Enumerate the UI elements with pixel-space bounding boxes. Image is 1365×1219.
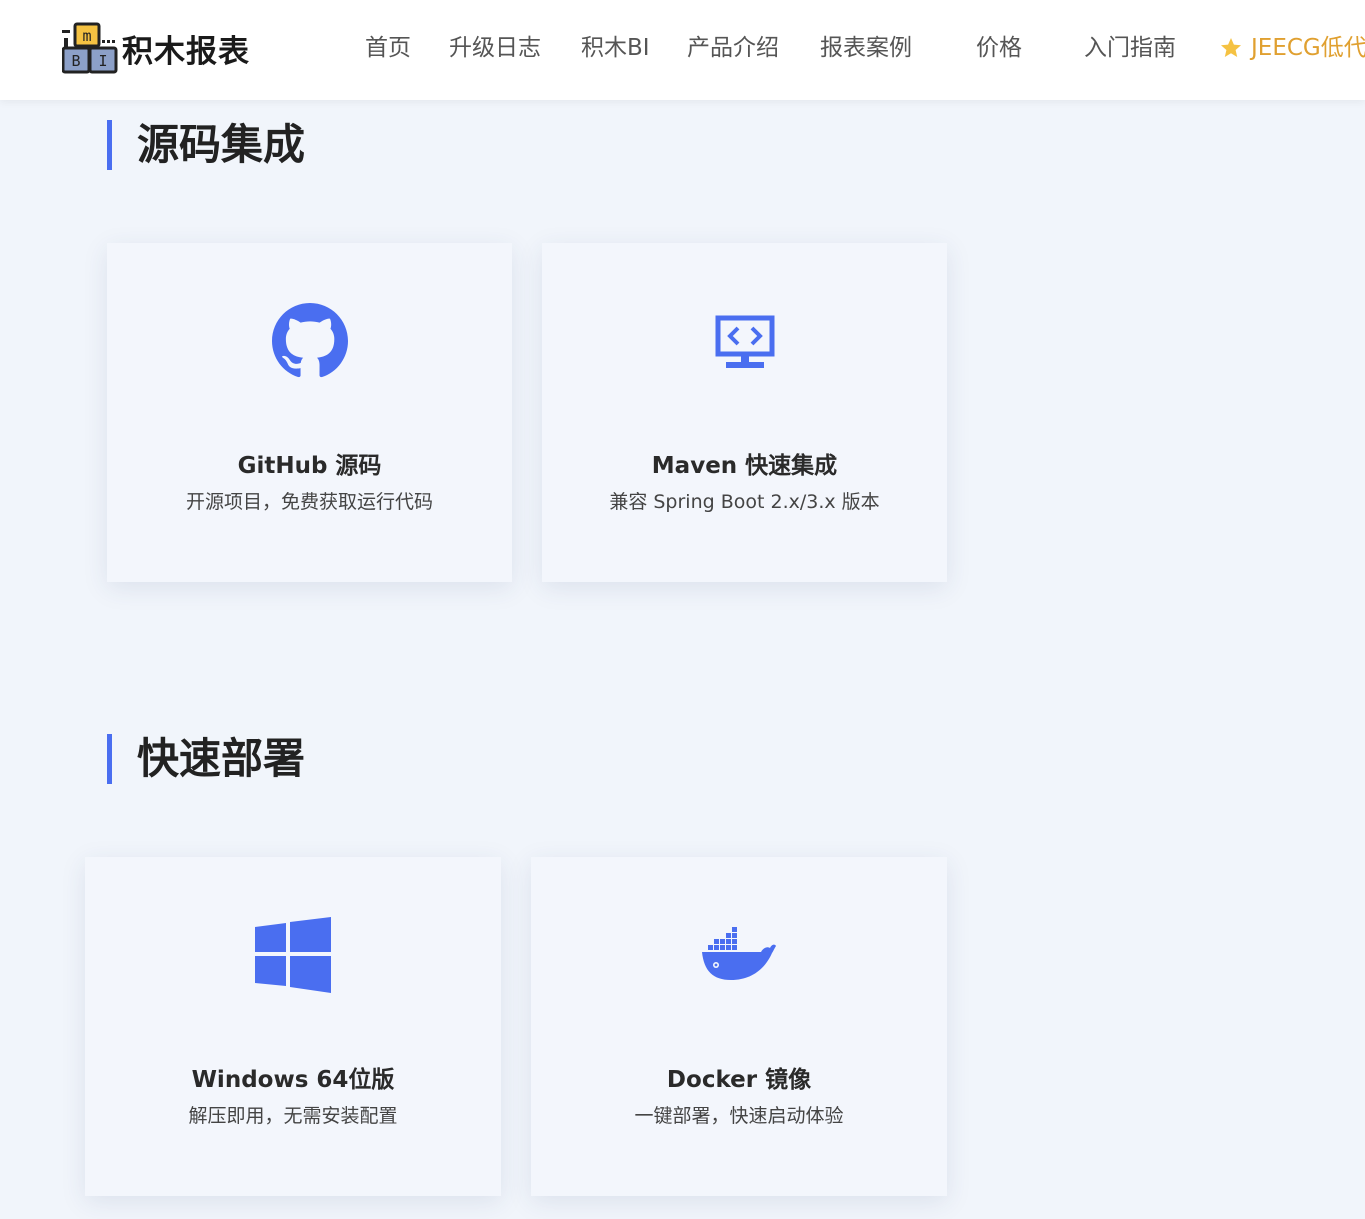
top-navbar: m B I 积木报表 首页 升级日志 积木BI 产品介绍 报表案例 价格 入门指… [0,0,1365,100]
maven-integration-card[interactable]: Maven 快速集成 兼容 Spring Boot 2.x/3.x 版本 [542,243,947,582]
main-nav: 首页 升级日志 积木BI 产品介绍 报表案例 价格 入门指南 JEECG低代码 [0,31,1365,65]
github-icon [271,303,348,384]
github-source-card[interactable]: GitHub 源码 开源项目，免费获取运行代码 [107,243,512,582]
windows-icon [255,917,331,998]
card-description: 解压即用，无需安装配置 [188,1105,398,1127]
card-title: Maven 快速集成 [651,453,838,479]
docker-icon [701,927,777,988]
nav-item-report-cases[interactable]: 报表案例 [820,31,912,65]
nav-item-changelog[interactable]: 升级日志 [449,31,541,65]
card-description: 兼容 Spring Boot 2.x/3.x 版本 [609,491,880,513]
nav-item-jimu-bi[interactable]: 积木BI [581,31,650,65]
card-title: Docker 镜像 [666,1067,812,1093]
card-description: 开源项目，免费获取运行代码 [185,491,433,513]
card-description: 一键部署，快速启动体验 [634,1105,844,1127]
nav-item-home[interactable]: 首页 [365,31,411,65]
promo-label: JEECG低代码 [1251,35,1365,61]
star-icon [1221,38,1241,57]
nav-item-getting-started[interactable]: 入门指南 [1084,31,1176,65]
card-title: Windows 64位版 [191,1067,395,1093]
card-title: GitHub 源码 [237,453,382,479]
nav-item-jeecg-promo[interactable]: JEECG低代码 [1219,31,1365,65]
section-title-deploy: 快速部署 [107,734,305,784]
code-monitor-icon [715,315,775,376]
docker-image-card[interactable]: Docker 镜像 一键部署，快速启动体验 [531,857,947,1196]
windows-download-card[interactable]: Windows 64位版 解压即用，无需安装配置 [85,857,501,1196]
nav-item-product-intro[interactable]: 产品介绍 [687,31,779,65]
nav-item-pricing[interactable]: 价格 [976,31,1022,65]
section-title-source: 源码集成 [107,120,305,170]
